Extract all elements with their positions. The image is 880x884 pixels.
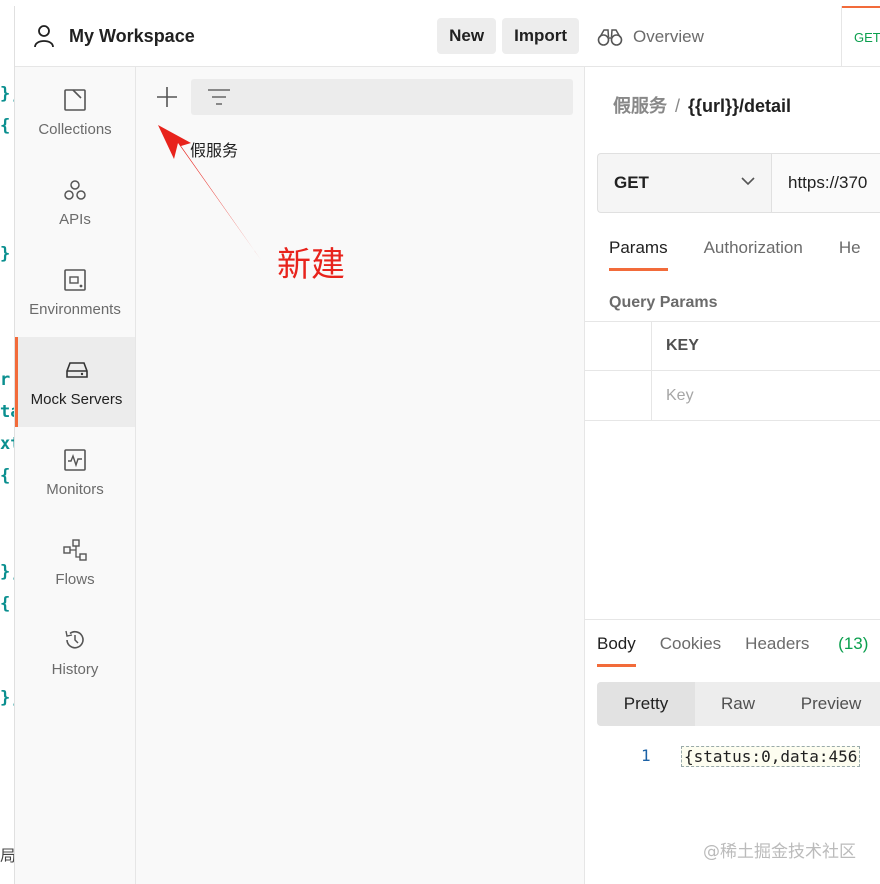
tab-request-get[interactable]: GET	[842, 6, 880, 67]
breadcrumb-parent[interactable]: 假服务	[613, 96, 667, 116]
headers-count-badge: (13)	[838, 634, 869, 653]
user-icon[interactable]	[33, 24, 55, 48]
mock-server-icon	[65, 361, 88, 378]
code-line: {	[0, 466, 11, 486]
sidebar-item-label: Flows	[55, 570, 95, 588]
chevron-down-icon	[741, 177, 755, 186]
table-row: Key	[585, 371, 880, 421]
workspace-header: My Workspace New Import	[15, 6, 585, 67]
sidebar-nav: Collections APIs Environments Mock Serve…	[15, 67, 136, 884]
tab-cookies[interactable]: Cookies	[660, 634, 721, 667]
plus-icon[interactable]	[154, 83, 180, 111]
flows-icon	[63, 538, 87, 561]
method-select[interactable]: GET	[598, 154, 772, 212]
sidebar-item-label: Monitors	[46, 480, 104, 498]
sidebar-item-history[interactable]: History	[15, 607, 135, 697]
sidebar-item-label: History	[51, 660, 99, 678]
postman-app: My Workspace New Import Collections APIs…	[14, 6, 880, 884]
tab-overview[interactable]: Overview	[585, 6, 842, 67]
sidebar-item-apis[interactable]: APIs	[15, 157, 135, 247]
import-button[interactable]: Import	[502, 18, 579, 54]
code-line: r	[0, 370, 11, 390]
sidebar-item-label: Environments	[29, 300, 121, 318]
params-table-header: KEY	[585, 321, 880, 371]
response-code: {status:0,data:456	[681, 746, 861, 767]
tab-headers-response[interactable]: Headers (13)	[745, 634, 880, 667]
request-url-bar: GET https://370	[597, 153, 880, 213]
watermark: @稀土掘金技术社区	[703, 842, 856, 862]
tab-label: Headers	[745, 634, 810, 653]
line-number: 1	[641, 746, 651, 765]
code-line: {	[0, 116, 11, 136]
monitors-icon	[64, 448, 86, 471]
tab-bar: Overview GET	[585, 6, 880, 67]
method-value: GET	[614, 173, 649, 192]
sidebar-item-label: Collections	[38, 120, 112, 138]
query-params-label: Query Params	[609, 294, 718, 311]
request-panel: Overview GET 假服务 / {{url}}/detail GET http…	[585, 6, 880, 884]
request-tabs: Params Authorization He	[609, 238, 880, 271]
breadcrumb: 假服务 / {{url}}/detail	[613, 92, 791, 118]
tab-label: Overview	[633, 26, 704, 46]
binoculars-icon	[597, 28, 623, 46]
response-tabs: Body Cookies Headers (13)	[597, 634, 880, 667]
workspace-title[interactable]: My Workspace	[69, 26, 437, 47]
tab-headers[interactable]: He	[839, 238, 861, 271]
history-icon	[65, 630, 84, 648]
column-header-key: KEY	[651, 322, 880, 370]
format-preview[interactable]: Preview	[781, 682, 880, 726]
sidebar-item-flows[interactable]: Flows	[15, 517, 135, 607]
breadcrumb-separator: /	[675, 96, 681, 116]
sidebar-item-label: APIs	[59, 210, 91, 228]
new-button[interactable]: New	[437, 18, 497, 54]
collections-icon	[64, 88, 86, 111]
list-item[interactable]: 假服务	[190, 137, 238, 161]
sidebar-item-monitors[interactable]: Monitors	[15, 427, 135, 517]
format-raw[interactable]: Raw	[695, 682, 781, 726]
apis-icon	[64, 179, 86, 200]
format-pretty[interactable]: Pretty	[597, 682, 695, 726]
format-selector: Pretty Raw Preview	[597, 682, 880, 726]
response-body: 1 {status:0,data:456	[641, 746, 861, 767]
annotation-label: 新建	[277, 245, 345, 285]
key-input[interactable]: Key	[651, 371, 880, 420]
filter-icon	[208, 89, 230, 105]
code-line: {	[0, 594, 11, 614]
url-input[interactable]: https://370	[772, 154, 880, 212]
sidebar-item-collections[interactable]: Collections	[15, 67, 135, 157]
breadcrumb-current[interactable]: {{url}}/detail	[688, 96, 791, 116]
sidebar-item-mock-servers[interactable]: Mock Servers	[15, 337, 135, 427]
tab-authorization[interactable]: Authorization	[704, 238, 803, 271]
environments-icon	[64, 268, 86, 291]
sidebar-item-label: Mock Servers	[30, 390, 123, 408]
filter-input[interactable]	[191, 79, 573, 115]
tab-params[interactable]: Params	[609, 238, 668, 271]
sidebar-item-environments[interactable]: Environments	[15, 247, 135, 337]
tab-body[interactable]: Body	[597, 634, 636, 667]
code-line: }	[0, 244, 11, 264]
mock-servers-panel: 假服务 新建	[136, 67, 585, 884]
